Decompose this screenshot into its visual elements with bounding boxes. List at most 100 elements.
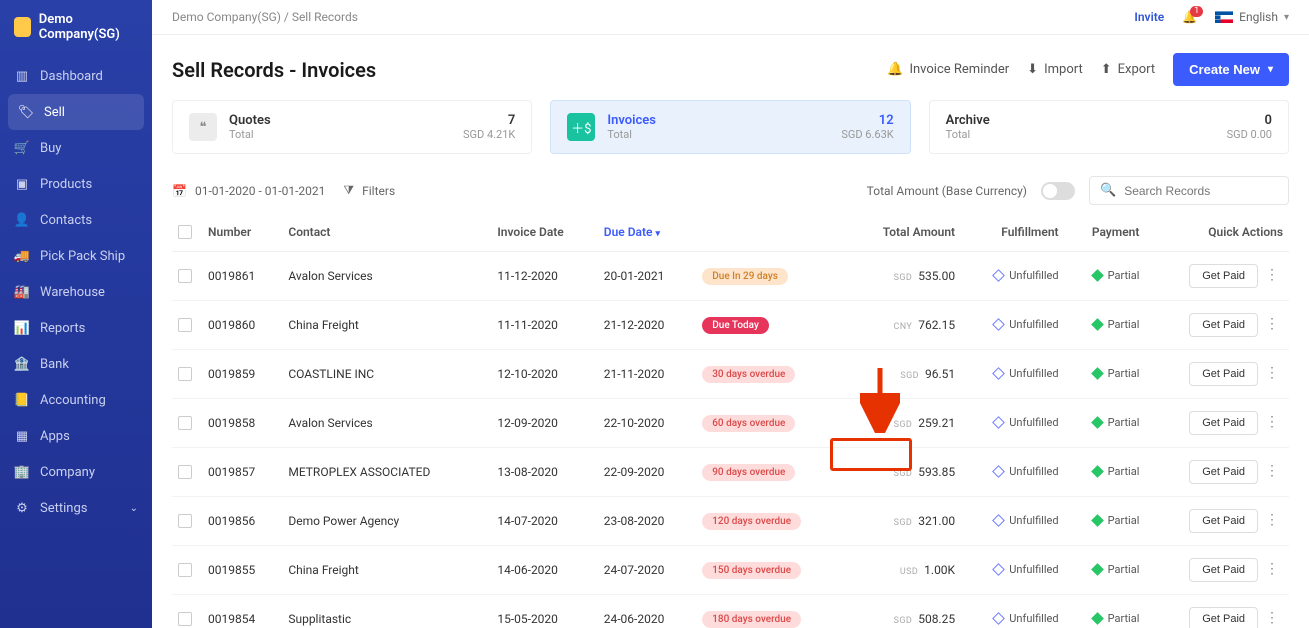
table-row[interactable]: 0019858Avalon Services12-09-202022-10-20… (172, 399, 1289, 448)
th-invoice-date[interactable]: Invoice Date (491, 213, 597, 252)
cell-number: 0019860 (202, 301, 282, 350)
row-menu-icon[interactable]: ⋮ (1261, 414, 1283, 430)
cell-number: 0019858 (202, 399, 282, 448)
diamond-green-icon (1091, 269, 1104, 282)
th-total[interactable]: Total Amount (847, 213, 961, 252)
get-paid-button[interactable]: Get Paid (1189, 362, 1258, 386)
card-invoices[interactable]: ＋$ Invoices Total 12 SGD 6.63K (550, 100, 910, 154)
table-row[interactable]: 0019860China Freight11-11-202021-12-2020… (172, 301, 1289, 350)
row-checkbox[interactable] (178, 563, 192, 577)
row-checkbox[interactable] (178, 465, 192, 479)
row-checkbox[interactable] (178, 612, 192, 626)
language-selector[interactable]: English ▾ (1215, 10, 1289, 24)
sidebar-item-buy[interactable]: 🛒 Buy (0, 130, 152, 166)
topbar: Demo Company(SG) / Sell Records Invite 🔔… (152, 0, 1309, 35)
get-paid-button[interactable]: Get Paid (1189, 411, 1258, 435)
get-paid-button[interactable]: Get Paid (1189, 607, 1258, 628)
table-row[interactable]: 0019856Demo Power Agency14-07-202023-08-… (172, 497, 1289, 546)
get-paid-button[interactable]: Get Paid (1189, 509, 1258, 533)
cell-due-date: 24-06-2020 (598, 595, 696, 628)
cell-invoice-date: 12-09-2020 (491, 399, 597, 448)
sidebar-item-apps[interactable]: ▦ Apps (0, 418, 152, 454)
row-checkbox[interactable] (178, 318, 192, 332)
due-status-pill: 150 days overdue (702, 562, 801, 579)
row-checkbox[interactable] (178, 367, 192, 381)
row-menu-icon[interactable]: ⋮ (1261, 365, 1283, 381)
cell-contact: Avalon Services (282, 399, 491, 448)
card-archive[interactable]: Archive Total 0 SGD 0.00 (929, 100, 1289, 154)
card-title: Archive (946, 113, 990, 128)
sidebar-item-reports[interactable]: 📊 Reports (0, 310, 152, 346)
export-button[interactable]: ⬆ Export (1101, 62, 1155, 77)
sidebar-item-accounting[interactable]: 📒 Accounting (0, 382, 152, 418)
create-new-button[interactable]: Create New ▾ (1173, 53, 1289, 86)
sidebar-item-settings[interactable]: ⚙ Settings ⌄ (0, 490, 152, 526)
sort-desc-icon: ▾ (655, 229, 660, 239)
due-status-pill: Due In 29 days (702, 268, 788, 285)
sidebar-item-bank[interactable]: 🏦 Bank (0, 346, 152, 382)
row-checkbox[interactable] (178, 269, 192, 283)
notification-bell[interactable]: 🔔 1 (1182, 10, 1197, 24)
sidebar-item-label: Pick Pack Ship (40, 249, 125, 264)
table-row[interactable]: 0019861Avalon Services11-12-202020-01-20… (172, 252, 1289, 301)
filter-icon: ⧩ (343, 183, 354, 198)
row-menu-icon[interactable]: ⋮ (1261, 561, 1283, 577)
base-currency-toggle[interactable] (1041, 182, 1075, 200)
upload-icon: ⬆ (1101, 62, 1112, 77)
row-menu-icon[interactable]: ⋮ (1261, 610, 1283, 626)
search-input[interactable] (1124, 184, 1279, 198)
sidebar-item-contacts[interactable]: 👤 Contacts (0, 202, 152, 238)
sidebar-item-label: Products (40, 177, 92, 192)
due-status-pill: 90 days overdue (702, 464, 795, 481)
sidebar-item-label: Dashboard (40, 69, 103, 84)
cell-fulfillment: Unfulfilled (961, 546, 1064, 595)
date-range[interactable]: 01-01-2020 - 01-01-2021 (195, 184, 325, 198)
button-label: Create New (1189, 62, 1260, 77)
box-icon: ▣ (14, 176, 30, 192)
cell-total: SGD508.25 (847, 595, 961, 628)
row-menu-icon[interactable]: ⋮ (1261, 512, 1283, 528)
cell-fulfillment: Unfulfilled (961, 301, 1064, 350)
row-menu-icon[interactable]: ⋮ (1261, 316, 1283, 332)
import-button[interactable]: ⬇ Import (1027, 62, 1083, 77)
summary-cards: ❝ Quotes Total 7 SGD 4.21K ＋$ Invoices T… (152, 100, 1309, 168)
th-number[interactable]: Number (202, 213, 282, 252)
card-quotes[interactable]: ❝ Quotes Total 7 SGD 4.21K (172, 100, 532, 154)
get-paid-button[interactable]: Get Paid (1189, 264, 1258, 288)
sidebar-item-dashboard[interactable]: ▥ Dashboard (0, 58, 152, 94)
th-fulfillment[interactable]: Fulfillment (961, 213, 1064, 252)
calendar-icon: 📅 (172, 184, 187, 198)
table-row[interactable]: 0019855China Freight14-06-202024-07-2020… (172, 546, 1289, 595)
table-row[interactable]: 0019857METROPLEX ASSOCIATED13-08-202022-… (172, 448, 1289, 497)
search-box[interactable]: 🔍 (1089, 176, 1289, 205)
cell-payment: Partial (1065, 546, 1146, 595)
sidebar-item-warehouse[interactable]: 🏭 Warehouse (0, 274, 152, 310)
row-menu-icon[interactable]: ⋮ (1261, 267, 1283, 283)
sidebar-item-pickpack[interactable]: 🚚 Pick Pack Ship (0, 238, 152, 274)
select-all-checkbox[interactable] (178, 225, 192, 239)
sidebar-item-company[interactable]: 🏢 Company (0, 454, 152, 490)
th-contact[interactable]: Contact (282, 213, 491, 252)
invite-link[interactable]: Invite (1134, 10, 1164, 24)
diamond-hollow-icon (992, 465, 1005, 478)
diamond-green-icon (1091, 465, 1104, 478)
apps-icon: ▦ (14, 428, 30, 444)
th-due-date[interactable]: Due Date ▾ (598, 213, 696, 252)
cell-actions: Get Paid ⋮ (1145, 252, 1289, 301)
flag-icon (1215, 11, 1233, 23)
filters-button[interactable]: Filters (362, 184, 395, 198)
sidebar-item-products[interactable]: ▣ Products (0, 166, 152, 202)
sidebar-item-sell[interactable]: 🏷 Sell (8, 94, 144, 130)
diamond-hollow-icon (992, 318, 1005, 331)
get-paid-button[interactable]: Get Paid (1189, 558, 1258, 582)
th-payment[interactable]: Payment (1065, 213, 1146, 252)
row-checkbox[interactable] (178, 416, 192, 430)
table-row[interactable]: 0019859COASTLINE INC12-10-202021-11-2020… (172, 350, 1289, 399)
row-checkbox[interactable] (178, 514, 192, 528)
get-paid-button[interactable]: Get Paid (1189, 460, 1258, 484)
table-row[interactable]: 0019854Supplitastic15-05-202024-06-20201… (172, 595, 1289, 628)
get-paid-button[interactable]: Get Paid (1189, 313, 1258, 337)
invoice-reminder-button[interactable]: 🔔 Invoice Reminder (887, 62, 1009, 77)
row-menu-icon[interactable]: ⋮ (1261, 463, 1283, 479)
cell-actions: Get Paid ⋮ (1145, 497, 1289, 546)
